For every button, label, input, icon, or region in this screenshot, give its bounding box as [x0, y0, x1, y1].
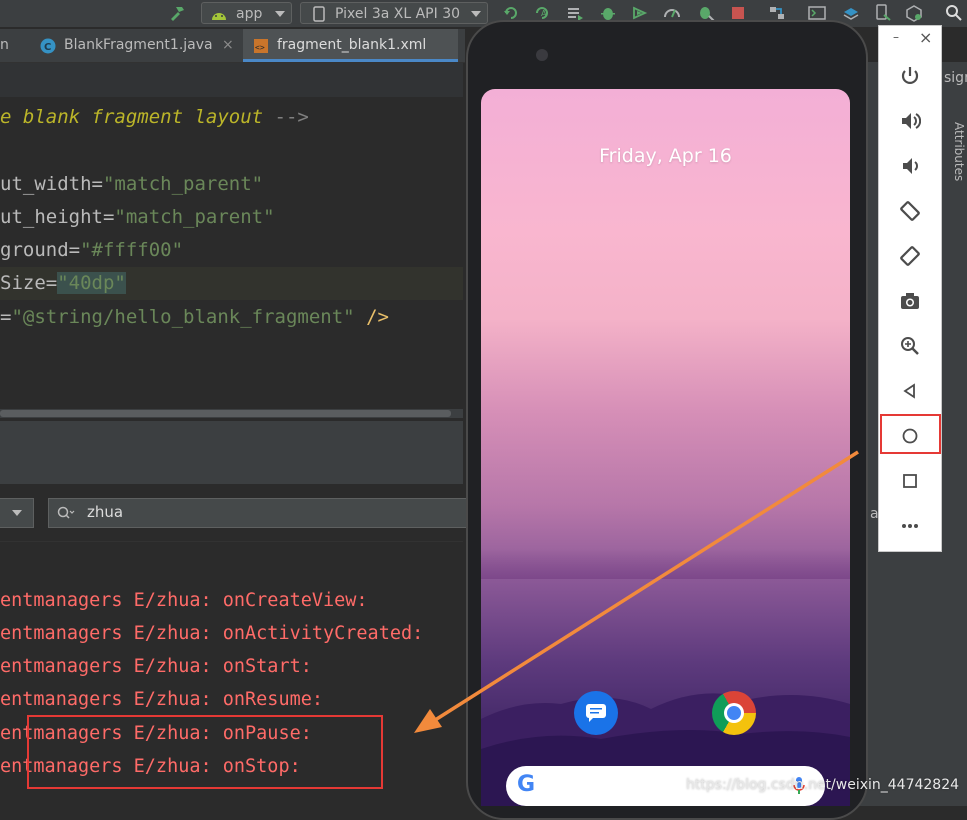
annotation-arrow	[414, 450, 859, 733]
watermark-text: https://blog.csdn.net/weixin_44742824	[686, 777, 960, 793]
